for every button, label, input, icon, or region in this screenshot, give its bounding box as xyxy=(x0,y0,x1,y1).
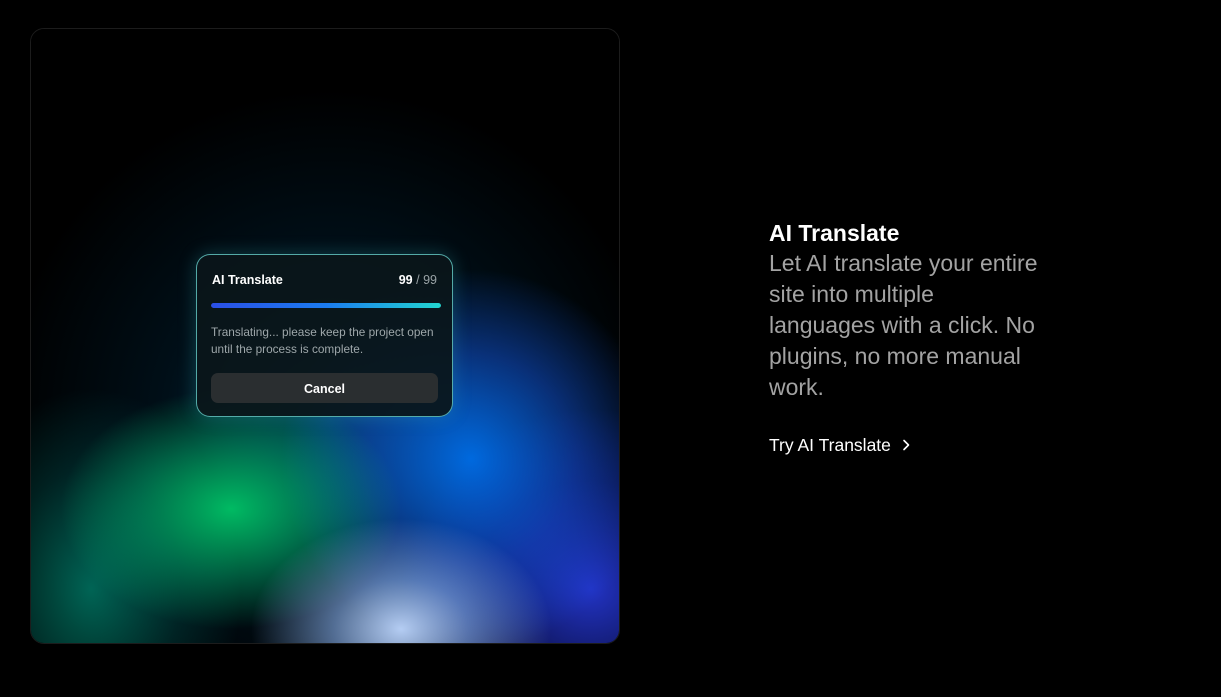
cancel-button[interactable]: Cancel xyxy=(211,373,438,403)
translate-progress-dialog: AI Translate 99 / 99 Translating... plea… xyxy=(196,254,453,417)
progress-total: 99 xyxy=(423,273,437,287)
progress-separator: / xyxy=(416,273,420,287)
try-ai-translate-link[interactable]: Try AI Translate xyxy=(769,432,911,458)
feature-description-block: AI Translate Let AI translate your entir… xyxy=(769,218,1039,403)
dialog-status-message: Translating... please keep the project o… xyxy=(211,325,434,356)
progress-bar xyxy=(211,303,441,308)
progress-counter: 99 / 99 xyxy=(399,273,437,287)
chevron-right-icon xyxy=(903,439,910,451)
progress-bar-fill xyxy=(211,303,441,308)
try-ai-translate-label: Try AI Translate xyxy=(769,435,891,455)
feature-title: AI Translate xyxy=(769,220,900,246)
progress-current: 99 xyxy=(398,273,413,287)
feature-description: Let AI translate your entire site into m… xyxy=(769,250,1038,400)
dialog-title: AI Translate xyxy=(212,273,283,287)
feature-visual-panel: AI Translate 99 / 99 Translating... plea… xyxy=(30,28,620,644)
